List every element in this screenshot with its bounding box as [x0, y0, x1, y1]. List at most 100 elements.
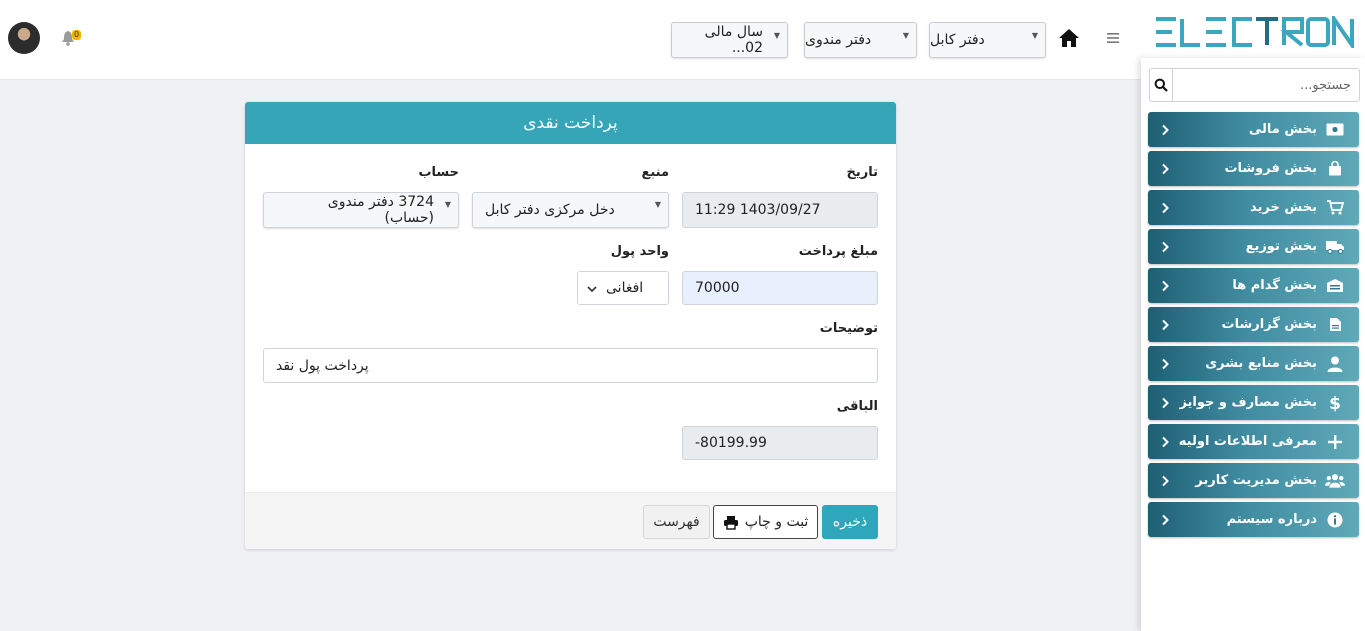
- description-input[interactable]: پرداخت پول نقد: [263, 348, 878, 383]
- account-value: 3724 دفتر مندوی (حساب): [327, 194, 434, 226]
- sidebar-item-label: بخش خرید: [1250, 200, 1317, 215]
- sidebar-item-6[interactable]: بخش منابع بشری: [1148, 346, 1359, 381]
- account-label: حساب: [418, 165, 459, 180]
- plus-icon: [1325, 434, 1345, 450]
- office-value: دفتر مندوی: [805, 32, 872, 48]
- truck-icon: [1325, 239, 1345, 255]
- app-logo[interactable]: [1154, 12, 1356, 56]
- sidebar-item-content: معرفی اطلاعات اولیه: [1179, 434, 1345, 450]
- office-select[interactable]: دفتر مندوی ▼: [804, 22, 917, 58]
- sidebar-item-content: درباره سیستم: [1227, 512, 1345, 528]
- branch-value: دفتر کابل: [930, 32, 985, 48]
- user-icon: [1325, 356, 1345, 372]
- source-label: منبع: [641, 165, 669, 180]
- sidebar-item-label: درباره سیستم: [1226, 512, 1317, 527]
- shopping-bag-icon: [1325, 161, 1345, 177]
- list-button-label: فهرست: [653, 514, 700, 530]
- balance-field: -80199.99: [682, 426, 878, 460]
- sidebar-item-4[interactable]: بخش گدام ها: [1148, 268, 1359, 303]
- amount-input[interactable]: 70000: [682, 271, 878, 305]
- balance-label: الباقی: [836, 399, 878, 414]
- caret-down-icon: ▼: [444, 200, 451, 209]
- card-footer: ذخیره ثبت و چاپ فهرست: [245, 492, 896, 549]
- search-icon: [1154, 78, 1168, 92]
- sidebar-search: [1149, 68, 1360, 102]
- chevron-right-icon: [1162, 241, 1169, 252]
- sidebar-nav: بخش مالی بخش فروشات بخش خرید بخش توزیع بخش گ…: [1148, 112, 1359, 541]
- chevron-right-icon: [1162, 436, 1169, 447]
- sidebar-item-content: بخش منابع بشری: [1205, 356, 1345, 372]
- fiscal-year-value: سال مالی 02...: [704, 24, 763, 56]
- cart-icon: [1325, 200, 1345, 216]
- chevron-right-icon: [1162, 514, 1169, 525]
- balance-value: -80199.99: [695, 435, 767, 451]
- info-icon: [1325, 512, 1345, 528]
- chevron-right-icon: [1162, 124, 1169, 135]
- currency-value: افغانی: [606, 280, 644, 296]
- card-title: پرداخت نقدی: [245, 102, 896, 144]
- amount-value: 70000: [695, 280, 740, 296]
- user-avatar[interactable]: [8, 22, 40, 54]
- save-and-print-button[interactable]: ثبت و چاپ: [713, 505, 818, 539]
- electron-logo-icon: [1156, 12, 1354, 52]
- sidebar-item-content: بخش توزیع: [1246, 239, 1345, 255]
- save-button-label: ذخیره: [832, 514, 868, 530]
- description-value: پرداخت پول نقد: [276, 357, 369, 374]
- caret-down-icon: ▼: [902, 31, 909, 40]
- search-button[interactable]: [1149, 68, 1173, 102]
- chevron-right-icon: [1162, 397, 1169, 408]
- caret-down-icon: ▼: [773, 31, 780, 40]
- sidebar-item-7[interactable]: $ بخش مصارف و جوایز: [1148, 385, 1359, 420]
- sidebar-item-content: بخش خرید: [1250, 200, 1345, 216]
- account-select[interactable]: 3724 دفتر مندوی (حساب) ▼: [263, 192, 459, 228]
- file-icon: [1325, 317, 1345, 333]
- cash-payment-card: پرداخت نقدی تاریخ منبع حساب 1403/09/27 1…: [245, 102, 896, 549]
- sidebar-item-label: بخش مالی: [1248, 122, 1317, 137]
- notification-badge: 0: [72, 30, 82, 40]
- sidebar-item-content: بخش گزارشات: [1222, 317, 1345, 333]
- sidebar-item-5[interactable]: بخش گزارشات: [1148, 307, 1359, 342]
- svg-text:$: $: [1329, 394, 1341, 412]
- chevron-right-icon: [1162, 475, 1169, 486]
- dollar-icon: $: [1325, 394, 1345, 412]
- caret-down-icon: ▼: [654, 200, 661, 209]
- date-value: 1403/09/27 11:29: [695, 202, 821, 218]
- sidebar-item-content: بخش فروشات: [1224, 161, 1345, 177]
- sidebar-item-label: بخش فروشات: [1224, 161, 1317, 176]
- currency-select[interactable]: افغانی: [577, 271, 669, 305]
- sidebar-item-label: بخش منابع بشری: [1205, 356, 1317, 371]
- branch-select[interactable]: دفتر کابل ▼: [929, 22, 1046, 58]
- chevron-right-icon: [1162, 358, 1169, 369]
- search-input[interactable]: [1173, 68, 1360, 102]
- hamburger-menu-icon[interactable]: [1105, 30, 1121, 46]
- date-label: تاریخ: [846, 165, 879, 180]
- date-field: 1403/09/27 11:29: [682, 192, 878, 228]
- sidebar-item-2[interactable]: بخش خرید: [1148, 190, 1359, 225]
- sidebar-item-label: بخش مصارف و جوایز: [1179, 395, 1317, 410]
- chevron-right-icon: [1162, 319, 1169, 330]
- money-icon: [1325, 122, 1345, 138]
- fiscal-year-select[interactable]: سال مالی 02... ▼: [671, 22, 788, 58]
- sidebar-item-3[interactable]: بخش توزیع: [1148, 229, 1359, 264]
- save-button[interactable]: ذخیره: [822, 505, 878, 539]
- sidebar-item-1[interactable]: بخش فروشات: [1148, 151, 1359, 186]
- warehouse-icon: [1325, 278, 1345, 294]
- currency-label: واحد پول: [610, 244, 669, 259]
- sidebar-item-label: معرفی اطلاعات اولیه: [1178, 434, 1317, 449]
- sidebar-item-8[interactable]: معرفی اطلاعات اولیه: [1148, 424, 1359, 459]
- sidebar-item-9[interactable]: بخش مدیریت کاربر: [1148, 463, 1359, 498]
- sidebar-item-content: بخش مالی: [1249, 122, 1345, 138]
- caret-down-icon: ▼: [1031, 31, 1038, 40]
- sidebar-item-label: بخش گدام ها: [1232, 278, 1317, 293]
- sidebar-item-label: بخش توزیع: [1245, 239, 1317, 254]
- source-select[interactable]: دخل مرکزی دفتر کابل ▼: [472, 192, 669, 228]
- description-label: توضیحات: [819, 321, 878, 336]
- source-value: دخل مرکزی دفتر کابل: [485, 202, 615, 218]
- amount-label: مبلغ پرداخت: [798, 244, 878, 259]
- list-button[interactable]: فهرست: [643, 505, 710, 539]
- chevron-right-icon: [1162, 163, 1169, 174]
- sidebar-item-10[interactable]: درباره سیستم: [1148, 502, 1359, 537]
- sidebar: بخش مالی بخش فروشات بخش خرید بخش توزیع بخش گ…: [1141, 58, 1365, 631]
- sidebar-item-0[interactable]: بخش مالی: [1148, 112, 1359, 147]
- home-icon[interactable]: [1058, 27, 1080, 49]
